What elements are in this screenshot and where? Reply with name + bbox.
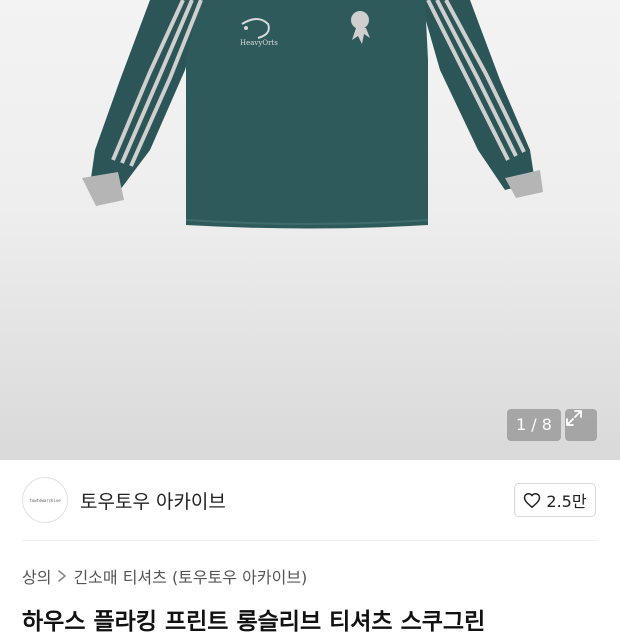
chevron-right-icon bbox=[58, 570, 67, 582]
image-counter: 1 / 8 bbox=[507, 409, 561, 441]
like-button[interactable]: 2.5만 bbox=[514, 483, 596, 517]
shop-name[interactable]: 토우토우 아카이브 bbox=[80, 487, 226, 514]
expand-button[interactable] bbox=[565, 409, 597, 441]
product-title: 하우스 플라킹 프린트 롱슬리브 티셔츠 스쿠그린 bbox=[22, 609, 486, 635]
breadcrumb-category[interactable]: 긴소매 티셔츠 (토우토우 아카이브) bbox=[73, 564, 307, 588]
heart-icon bbox=[524, 492, 541, 508]
product-photo: HeavyOrts bbox=[82, 0, 543, 229]
product-image-carousel[interactable]: HeavyOrts 1 / 8 bbox=[0, 0, 620, 460]
divider bbox=[22, 540, 598, 541]
breadcrumb-root[interactable]: 상의 bbox=[22, 564, 51, 588]
chest-print-text: HeavyOrts bbox=[240, 39, 278, 47]
shop-row[interactable]: towtowarchive 토우토우 아카이브 2.5만 bbox=[0, 460, 620, 540]
breadcrumb: 상의 긴소매 티셔츠 (토우토우 아카이브) bbox=[22, 564, 307, 588]
avatar-text: towtowarchive bbox=[29, 497, 61, 503]
like-count: 2.5만 bbox=[546, 492, 587, 511]
expand-arrows-icon bbox=[566, 410, 582, 426]
avatar[interactable]: towtowarchive bbox=[22, 477, 68, 523]
